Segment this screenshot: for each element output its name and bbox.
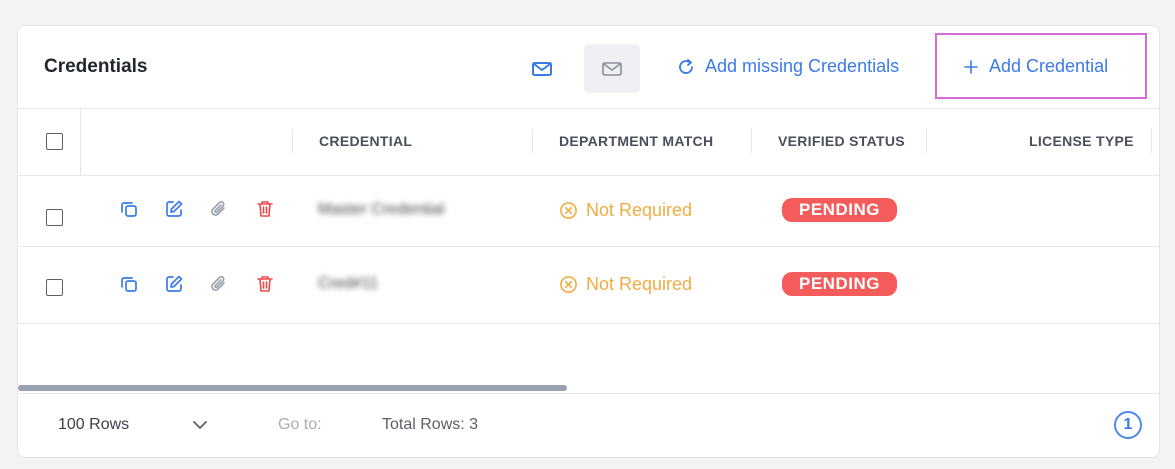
delete-button[interactable] (254, 273, 276, 295)
email-button[interactable] (514, 44, 570, 93)
attach-icon (211, 276, 225, 291)
delete-button[interactable] (254, 198, 276, 220)
x-circle-icon (560, 202, 577, 219)
page-title: Credentials (44, 56, 148, 77)
credentials-card: Credentials Add missing Credentials Add … (17, 25, 1160, 458)
attach-button[interactable] (208, 273, 230, 295)
edit-button[interactable] (163, 273, 185, 295)
credential-name[interactable]: Master Credential (318, 201, 444, 219)
row-checkbox[interactable] (46, 279, 63, 296)
chevron-down-icon (193, 421, 207, 429)
column-separator (1151, 129, 1152, 153)
table-footer: 100 Rows Go to: Total Rows: 3 1 (18, 393, 1159, 457)
column-header-verified-status[interactable]: VERIFIED STATUS (778, 133, 905, 149)
copy-icon (121, 277, 137, 292)
email-all-button[interactable] (584, 44, 640, 93)
column-header-license-type[interactable]: LICENSE TYPE (1029, 133, 1134, 149)
table-row: Master Credential Not Required PENDING (18, 176, 1159, 247)
edit-icon (166, 200, 183, 217)
copy-button[interactable] (118, 198, 140, 220)
rows-per-page-select[interactable]: 100 Rows (58, 416, 129, 434)
column-header-credential[interactable]: CREDENTIAL (319, 133, 412, 149)
plus-icon (964, 59, 978, 74)
department-match-label: Not Required (586, 274, 693, 294)
goto-page-input[interactable]: Go to: (278, 416, 322, 434)
column-separator (532, 129, 533, 153)
column-separator (292, 129, 293, 153)
department-match: Not Required (559, 274, 692, 295)
rows-per-page-dropdown[interactable] (192, 418, 208, 436)
total-rows: Total Rows: 3 (382, 416, 479, 433)
copy-icon (121, 202, 137, 217)
status-badge: PENDING (782, 272, 897, 296)
add-credential-button[interactable]: Add Credential (963, 56, 1108, 77)
credential-name[interactable]: Cred#11 (318, 275, 378, 293)
x-circle-icon (560, 276, 577, 293)
attach-icon (211, 201, 225, 216)
mail-icon (602, 61, 622, 76)
department-match-label: Not Required (586, 200, 693, 220)
select-all-checkbox[interactable] (46, 133, 63, 150)
add-missing-credentials-button[interactable]: Add missing Credentials (677, 56, 899, 77)
row-checkbox[interactable] (46, 209, 63, 226)
column-separator (926, 129, 927, 153)
edit-button[interactable] (163, 198, 185, 220)
trash-icon (257, 201, 273, 217)
trash-icon (257, 276, 273, 292)
table-row: Cred#11 Not Required PENDING (18, 247, 1159, 324)
copy-button[interactable] (118, 273, 140, 295)
mail-icon (532, 61, 552, 76)
add-missing-credentials-label: Add missing Credentials (705, 56, 900, 76)
department-match: Not Required (559, 200, 692, 221)
page-number-button[interactable]: 1 (1114, 411, 1142, 439)
horizontal-scrollbar[interactable] (18, 385, 567, 391)
table-header: CREDENTIAL DEPARTMENT MATCH VERIFIED STA… (18, 109, 1159, 176)
column-separator (80, 109, 81, 175)
status-badge: PENDING (782, 198, 897, 222)
refresh-icon (679, 58, 693, 74)
add-credential-label: Add Credential (989, 56, 1109, 76)
edit-icon (166, 275, 183, 292)
column-header-department-match[interactable]: DEPARTMENT MATCH (559, 133, 713, 149)
card-header: Credentials Add missing Credentials Add … (18, 26, 1159, 109)
attach-button[interactable] (208, 198, 230, 220)
column-separator (751, 129, 752, 153)
